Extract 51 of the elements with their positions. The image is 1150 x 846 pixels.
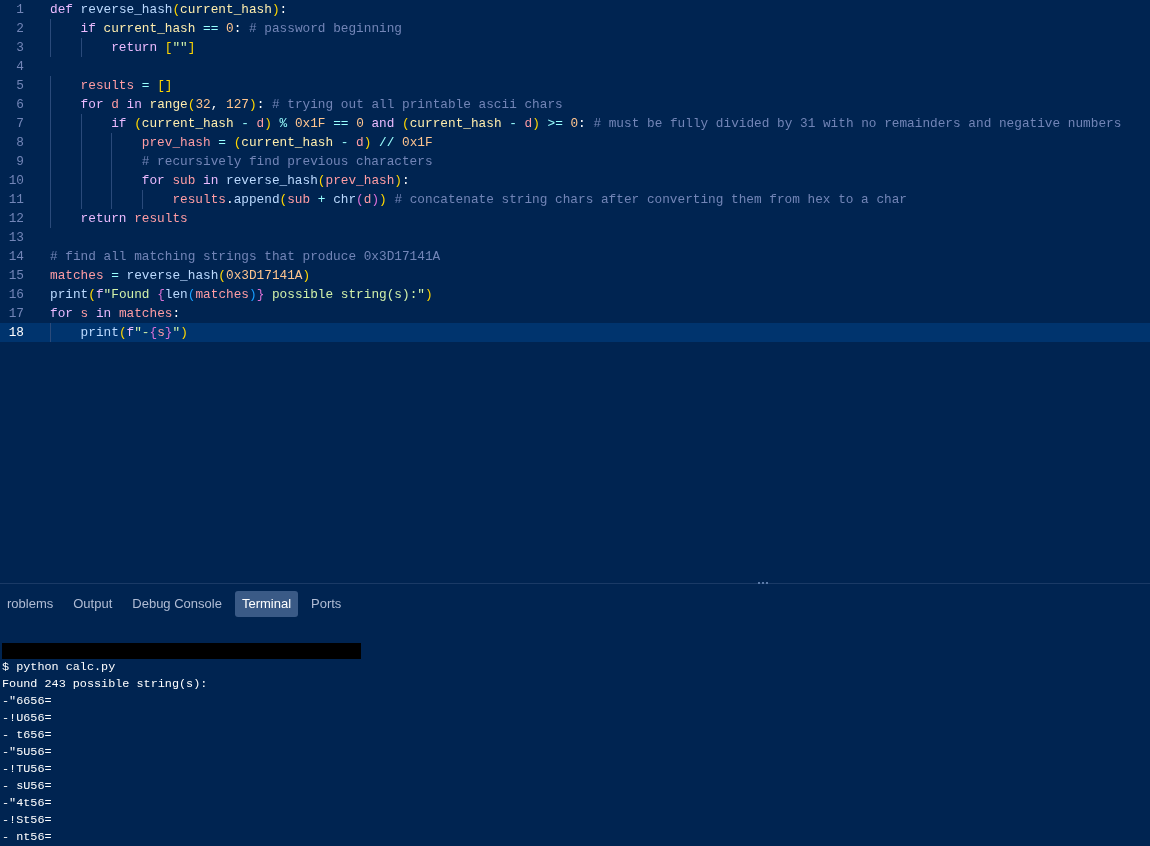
code-line: return [""] [110,38,196,57]
code-line: results.append(sub + chr(d)) # concatenate string chars after converting them from hex to a char [171,190,908,209]
line-number: 14 [7,247,24,266]
code-line: for s in matches: [50,304,181,323]
code-line: if current_hash == 0: # password beginning [79,19,402,38]
line-number: 5 [15,76,24,95]
code-line: # recursively find previous characters [140,152,433,171]
terminal-line: -"5U56= [2,744,53,761]
line-number: 2 [15,19,24,38]
panel-tab[interactable]: Output [66,591,120,617]
line-number: 1 [15,0,24,19]
terminal-line: - nt56= [2,829,53,846]
line-number: 3 [15,38,24,57]
terminal-line: -!St56= [2,812,53,829]
terminal-line: - sU56= [2,778,53,795]
line-number: 9 [15,152,24,171]
line-number: 13 [7,228,24,247]
code-line: # find all matching strings that produce 0x3D17141A [50,247,441,266]
line-number: 8 [15,133,24,152]
panel-tab[interactable]: Debug Console [125,591,229,617]
code-line: def reverse_hash(current_hash): [50,0,288,19]
code-line: return results [79,209,188,228]
line-number: 7 [15,114,24,133]
code-line: if (current_hash - d) % 0x1F == 0 and (current_hash - d) >= 0: # must be fully divided by 31 with no remainders and negative numbers [110,114,1122,133]
panel-tab[interactable]: Ports [304,591,349,617]
code-line: for d in range(32, 127): # trying out all printable ascii chars [79,95,563,114]
line-number: 15 [7,266,24,285]
code-line: print(f"Found {len(matches)} possible string(s):") [50,285,433,304]
terminal-output[interactable]: $ python calc.py Found 243 possible string(s): -"6656= -!U656= - t656= -"5U56= -!TU56= - sU56= -"4t56= -!St56= - nt56= [0,624,1150,846]
code-line: matches = reverse_hash(0x3D17141A) [50,266,311,285]
line-number: 10 [7,171,24,190]
terminal-line: $ python calc.py [2,659,117,676]
code-line: results = [] [79,76,173,95]
terminal-line: -"6656= [2,693,53,710]
panel-tab[interactable]: Terminal [234,591,299,617]
panel-tab[interactable]: roblems [0,591,61,617]
terminal-line: -"4t56= [2,795,53,812]
line-number: 4 [15,57,24,76]
line-number: 18 [7,323,24,342]
terminal-line: -!TU56= [2,761,53,778]
line-number: 12 [7,209,24,228]
terminal-line: -!U656= [2,710,53,727]
terminal-line: - t656= [2,727,53,744]
line-number: 16 [7,285,24,304]
line-number: 11 [7,190,24,209]
terminal-line: Found 243 possible string(s): [2,676,209,693]
code-line: print(f"-{s}") [79,323,188,342]
line-number: 6 [15,95,24,114]
line-number: 17 [7,304,24,323]
code-line: prev_hash = (current_hash - d) // 0x1F [140,133,433,152]
code-line: for sub in reverse_hash(prev_hash): [140,171,410,190]
